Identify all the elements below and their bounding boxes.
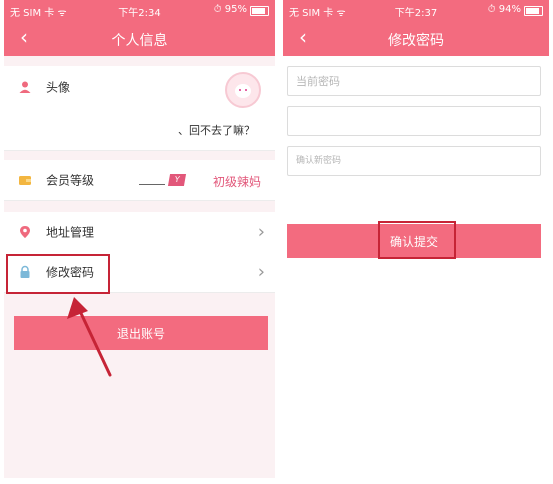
level-divider [139,184,165,185]
page-title: 修改密码 [388,33,444,49]
address-label: 地址管理 [46,225,95,240]
wallet-icon [19,176,31,185]
member-level-label: 会员等级 [46,173,95,188]
nav-bar: ‹ 修改密码 [283,20,549,56]
nickname-row[interactable]: 、回不去了嘛？ [4,108,275,151]
avatar[interactable] [225,72,261,108]
confirm-password-input[interactable] [287,146,541,176]
new-password-input[interactable] [287,106,541,136]
user-icon [19,81,31,93]
battery-icon [250,6,269,16]
nav-bar: ‹ 个人信息 [4,20,275,56]
location-pin-icon [20,226,30,238]
profile-screen: 无 SIM 卡 ᯤ 下午2:34 ⏱ 95% ‹ 个人信息 头像 、回不去了嘛？… [4,0,275,478]
change-password-screen: 无 SIM 卡 ᯤ 下午2:37 ⏱ 94% ‹ 修改密码 确认提交 [283,0,549,478]
page-title: 个人信息 [111,33,168,49]
battery-text: ⏱ 94% [487,4,521,15]
chevron-right-icon: › [257,261,265,283]
status-bar: 无 SIM 卡 ᯤ 下午2:37 ⏱ 94% [283,0,549,20]
battery-text: ⏱ 95% [213,4,247,15]
logout-button[interactable]: 退出账号 [14,316,268,350]
status-bar: 无 SIM 卡 ᯤ 下午2:34 ⏱ 95% [4,0,275,20]
avatar-label: 头像 [46,80,71,95]
member-level-value: 初级辣妈 [212,175,261,189]
highlight-box-confirm [378,221,456,259]
current-password-input[interactable] [287,66,541,96]
level-badge-icon: Y [167,174,187,186]
nickname-text: 、回不去了嘛？ [178,124,255,137]
member-level-row[interactable]: 会员等级 Y 初级辣妈 [4,160,275,201]
chevron-right-icon: › [257,221,265,243]
pointer-arrow [67,297,112,377]
battery-icon [524,6,543,16]
address-row[interactable]: 地址管理 › [4,212,275,253]
avatar-row[interactable]: 头像 [4,66,275,109]
highlight-box-change-password [6,254,110,294]
